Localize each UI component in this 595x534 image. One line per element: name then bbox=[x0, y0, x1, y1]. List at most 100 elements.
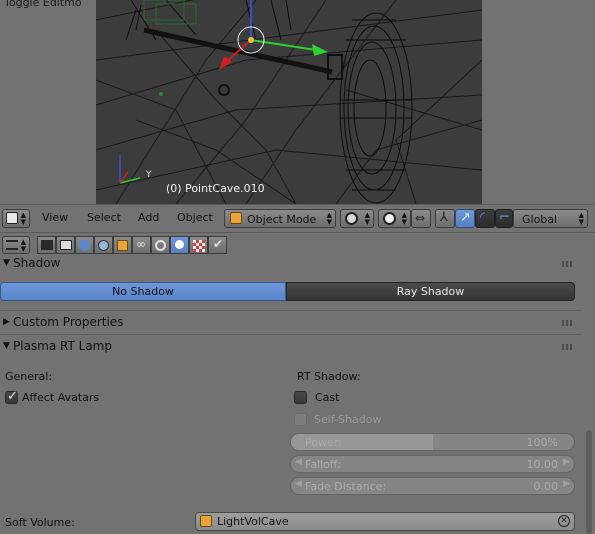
properties-header: ▲ ▼ ∞ ✔ bbox=[0, 232, 595, 256]
affect-avatars-label[interactable]: Affect Avatars bbox=[22, 391, 99, 404]
axis-y-label: Y bbox=[146, 170, 152, 180]
general-section-label: General: bbox=[5, 370, 53, 383]
properties-scrollbar[interactable] bbox=[586, 430, 592, 534]
chevron-right-icon[interactable]: ▶ bbox=[563, 479, 570, 489]
cast-label[interactable]: Cast bbox=[315, 391, 339, 404]
collapse-triangle-icon: ▼ bbox=[3, 258, 10, 268]
power-label: Power: bbox=[305, 436, 342, 449]
properties-icon bbox=[6, 240, 18, 250]
panel-divider bbox=[0, 310, 582, 311]
layers-icon bbox=[60, 240, 72, 250]
panel-shadow-header[interactable]: ▼ Shadow bbox=[0, 254, 582, 274]
tab-texture[interactable] bbox=[189, 236, 208, 254]
viewport-wireframe bbox=[96, 0, 482, 204]
rotate-manipulator-button[interactable]: ◜ bbox=[475, 209, 495, 228]
panel-shadow-title: Shadow bbox=[13, 256, 61, 270]
right-strip bbox=[482, 0, 595, 204]
chevron-left-icon[interactable]: ◀ bbox=[295, 479, 302, 489]
checker-icon bbox=[193, 240, 205, 252]
world-icon bbox=[98, 240, 109, 251]
panel-custom-properties-title: Custom Properties bbox=[13, 315, 124, 329]
chevron-updown-icon: ▲ ▼ bbox=[401, 211, 407, 226]
scale-icon: ⌐ bbox=[499, 210, 510, 225]
outliner-strip: Toggle Editmo bbox=[0, 0, 96, 204]
chevron-updown-icon: ▲ ▼ bbox=[20, 238, 26, 253]
rotate-arc-icon: ◜ bbox=[480, 210, 486, 225]
soft-volume-field[interactable]: LightVolCave ✕ bbox=[195, 512, 575, 531]
power-slider[interactable]: Power: 100% bbox=[290, 433, 575, 451]
checkmark-icon: ✓ bbox=[7, 389, 18, 404]
drag-grip-icon[interactable] bbox=[562, 261, 574, 267]
3d-viewport[interactable]: Y (0) PointCave.010 bbox=[96, 0, 482, 204]
link-icon: ∞ bbox=[136, 237, 146, 251]
3d-view-header: ▲ ▼ View Select Add Object Object Mode ▲ ▼… bbox=[0, 204, 595, 231]
tab-world[interactable] bbox=[94, 236, 113, 254]
menu-select[interactable]: Select bbox=[87, 211, 121, 224]
self-shadow-checkbox[interactable] bbox=[294, 413, 307, 426]
manipulator-toggle-button[interactable]: ⅄ bbox=[435, 209, 455, 228]
soft-volume-value: LightVolCave bbox=[217, 515, 289, 528]
cast-checkbox[interactable] bbox=[294, 391, 307, 404]
cube-icon bbox=[230, 212, 242, 224]
no-shadow-button[interactable]: No Shadow bbox=[0, 282, 286, 301]
soft-volume-label: Soft Volume: bbox=[5, 516, 75, 529]
panel-plasma-title: Plasma RT Lamp bbox=[13, 339, 112, 353]
camera-icon bbox=[41, 240, 53, 250]
checkmark-icon: ✔ bbox=[213, 237, 224, 251]
tab-physics[interactable]: ✔ bbox=[208, 236, 227, 254]
sphere-icon bbox=[345, 212, 358, 225]
chevron-left-icon[interactable]: ◀ bbox=[295, 457, 302, 467]
tab-render-layers[interactable] bbox=[56, 236, 75, 254]
chevron-updown-icon: ▲ ▼ bbox=[364, 211, 370, 226]
transform-orientation-dropdown[interactable]: Global ▲ ▼ bbox=[513, 209, 588, 228]
tab-render[interactable] bbox=[37, 236, 56, 254]
clear-field-icon[interactable]: ✕ bbox=[558, 515, 570, 527]
object-mode-dropdown[interactable]: Object Mode ▲ ▼ bbox=[224, 209, 336, 228]
arrow-icon: ↗ bbox=[460, 210, 471, 225]
tab-lamp-data[interactable] bbox=[170, 236, 189, 254]
fade-distance-field[interactable]: ◀ Fade Distance: 0.00 ▶ bbox=[290, 477, 575, 495]
viewport-shading-dropdown[interactable]: ▲ ▼ bbox=[340, 209, 374, 228]
drag-grip-icon[interactable] bbox=[562, 320, 574, 326]
fade-distance-label: Fade Distance: bbox=[305, 480, 387, 493]
falloff-field[interactable]: ◀ Falloff: 10.00 ▶ bbox=[290, 455, 575, 473]
chevron-updown-icon: ▲ ▼ bbox=[20, 211, 26, 226]
falloff-label: Falloff: bbox=[305, 458, 342, 471]
fade-distance-value: 0.00 bbox=[533, 480, 559, 493]
ray-shadow-button[interactable]: Ray Shadow bbox=[286, 282, 575, 301]
falloff-value: 10.00 bbox=[526, 458, 559, 471]
editor-type-button[interactable]: ▲ ▼ bbox=[2, 209, 30, 228]
arrows-horizontal-icon: ⇔ bbox=[415, 211, 426, 225]
chevron-right-icon[interactable]: ▶ bbox=[563, 457, 570, 467]
pivot-only-locations-button[interactable]: ⇔ bbox=[411, 209, 431, 228]
self-shadow-label[interactable]: Self-Shadow bbox=[314, 413, 381, 426]
translate-manipulator-button[interactable]: ↗ bbox=[455, 209, 475, 228]
lamp-icon bbox=[175, 240, 184, 249]
menu-view[interactable]: View bbox=[42, 211, 68, 224]
chevron-updown-icon: ▲ ▼ bbox=[578, 211, 584, 226]
cube-icon bbox=[117, 240, 128, 251]
drag-grip-icon[interactable] bbox=[562, 344, 574, 350]
chevron-updown-icon: ▲ ▼ bbox=[326, 211, 332, 226]
object-mode-label: Object Mode bbox=[247, 213, 317, 226]
pivot-point-dropdown[interactable]: ▲ ▼ bbox=[378, 209, 411, 228]
orientation-label: Global bbox=[522, 213, 558, 226]
panel-plasma-header[interactable]: ▼ Plasma RT Lamp bbox=[0, 337, 582, 357]
expand-triangle-icon: ▶ bbox=[3, 317, 10, 327]
properties-editor-type-button[interactable]: ▲ ▼ bbox=[2, 236, 30, 254]
menu-object[interactable]: Object bbox=[177, 211, 213, 224]
pivot-icon bbox=[383, 212, 396, 225]
tab-modifiers[interactable] bbox=[151, 236, 170, 254]
menu-add[interactable]: Add bbox=[138, 211, 159, 224]
wrench-icon bbox=[155, 240, 166, 251]
affect-avatars-checkbox[interactable]: ✓ bbox=[5, 389, 18, 404]
tab-constraints[interactable]: ∞ bbox=[132, 236, 151, 254]
editor-type-icon bbox=[6, 212, 18, 224]
collapse-triangle-icon: ▼ bbox=[3, 341, 10, 351]
toggle-editmode-label[interactable]: Toggle Editmo bbox=[4, 0, 82, 9]
panel-custom-properties-header[interactable]: ▶ Custom Properties bbox=[0, 313, 582, 333]
tab-object[interactable] bbox=[113, 236, 132, 254]
tab-scene[interactable] bbox=[75, 236, 94, 254]
active-object-label: (0) PointCave.010 bbox=[166, 182, 265, 195]
scale-manipulator-button[interactable]: ⌐ bbox=[495, 209, 513, 228]
